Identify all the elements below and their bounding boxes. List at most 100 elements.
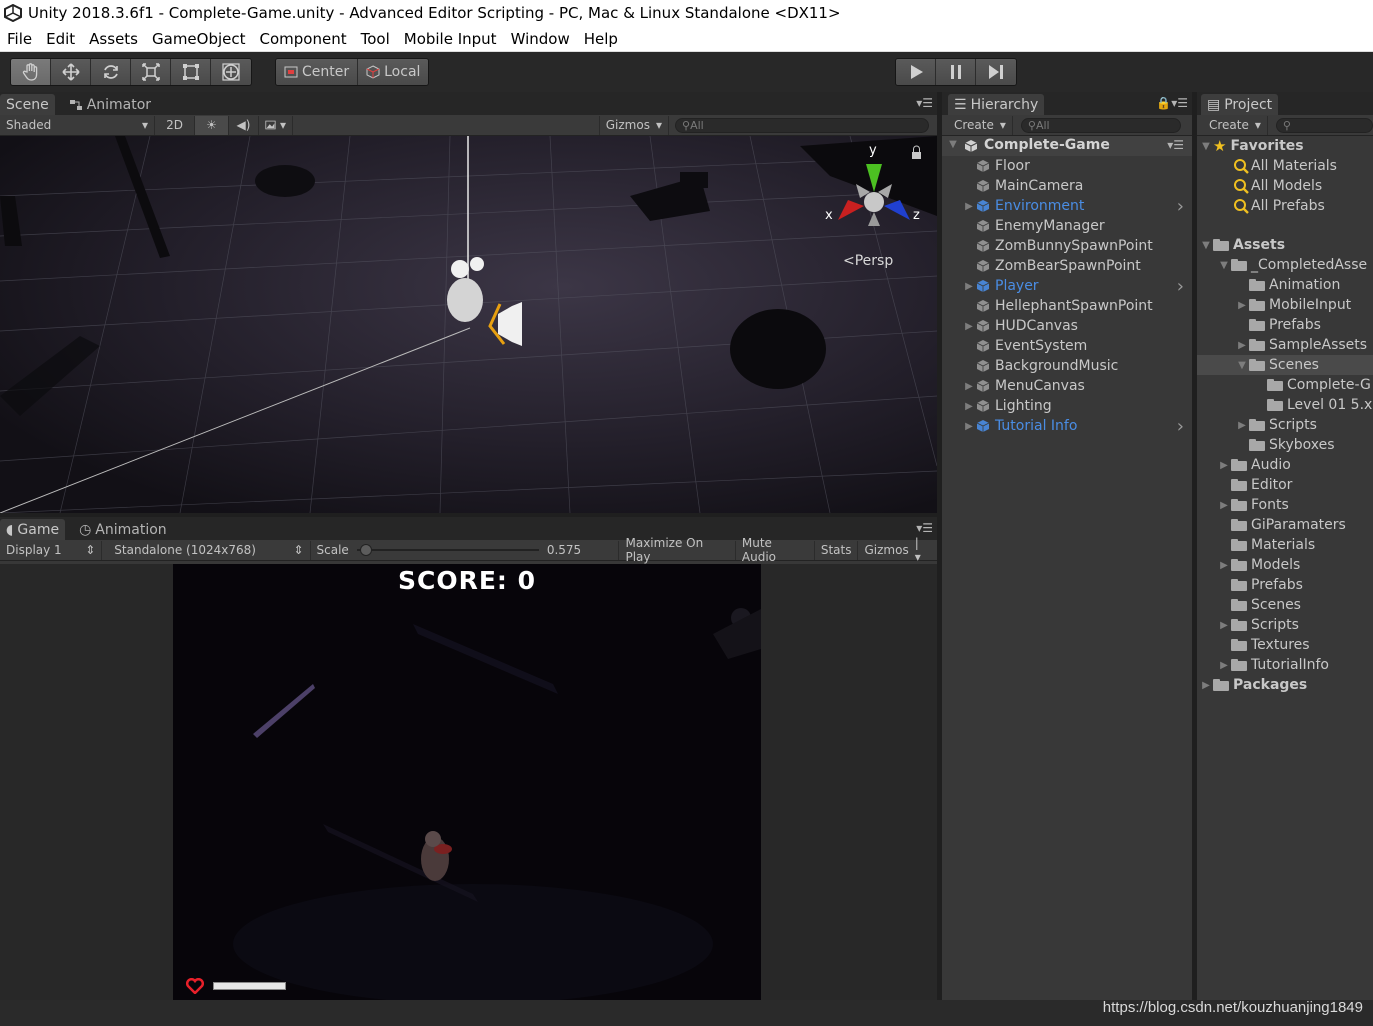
- project-folder-item[interactable]: GiParamaters: [1217, 515, 1346, 535]
- project-folder-item[interactable]: ▶ Scripts: [1235, 415, 1317, 435]
- expand-arrow-icon[interactable]: ▼: [1217, 260, 1231, 271]
- step-icon[interactable]: [976, 59, 1016, 85]
- display-dropdown[interactable]: Display 1 ⇕: [0, 540, 103, 560]
- game-viewport[interactable]: SCORE: 0: [0, 564, 937, 1000]
- prefab-open-chevron-icon[interactable]: ›: [1177, 196, 1184, 217]
- panel-menu-icon[interactable]: ▾☰: [916, 96, 933, 110]
- stats-toggle[interactable]: Stats: [815, 540, 859, 560]
- favorite-item[interactable]: All Models: [1219, 176, 1322, 196]
- expand-arrow-icon[interactable]: ▶: [1235, 420, 1249, 431]
- project-folder-item[interactable]: Prefabs: [1217, 575, 1303, 595]
- lighting-toggle-button[interactable]: ☀: [195, 115, 229, 135]
- project-folder-item[interactable]: ▶ Scripts: [1217, 615, 1299, 635]
- maximize-on-play-toggle[interactable]: Maximize On Play: [619, 536, 736, 564]
- rotate-tool-icon[interactable]: [91, 59, 131, 85]
- persp-label[interactable]: <Persp: [843, 253, 893, 269]
- project-folder-item[interactable]: Prefabs: [1235, 315, 1321, 335]
- expand-arrow-icon[interactable]: ▶: [1217, 560, 1231, 571]
- scale-slider-thumb[interactable]: [360, 544, 373, 556]
- expand-arrow-icon[interactable]: ▶: [962, 201, 976, 212]
- project-folder-item[interactable]: Textures: [1217, 635, 1310, 655]
- menu-item-help[interactable]: Help: [577, 30, 625, 48]
- menu-item-file[interactable]: File: [0, 30, 39, 48]
- tab-project[interactable]: ▤ Project: [1201, 94, 1279, 115]
- hierarchy-item[interactable]: ▶ Tutorial Info ›: [942, 416, 1192, 437]
- project-folder-item[interactable]: Editor: [1217, 475, 1292, 495]
- expand-arrow-icon[interactable]: ▼: [1199, 141, 1213, 152]
- expand-arrow-icon[interactable]: ▶: [1235, 340, 1249, 351]
- hierarchy-item[interactable]: ▶ Environment ›: [942, 196, 1192, 217]
- expand-arrow-icon[interactable]: ▶: [1199, 680, 1213, 691]
- rect-tool-icon[interactable]: [171, 59, 211, 85]
- hierarchy-item[interactable]: ▶ MenuCanvas: [942, 376, 1192, 396]
- project-folder-item[interactable]: Animation: [1235, 275, 1340, 295]
- hierarchy-item[interactable]: ▶ Player ›: [942, 276, 1192, 297]
- pivot-center-button[interactable]: Center: [276, 59, 359, 85]
- packages-root[interactable]: ▶ Packages: [1199, 675, 1307, 695]
- menu-item-edit[interactable]: Edit: [39, 30, 82, 48]
- hierarchy-create-dropdown[interactable]: Create ▾: [948, 115, 1013, 135]
- expand-arrow-icon[interactable]: ▶: [962, 321, 976, 332]
- resolution-dropdown[interactable]: Standalone (1024x768) ⇕: [108, 540, 311, 560]
- menu-item-component[interactable]: Component: [253, 30, 354, 48]
- expand-arrow-icon[interactable]: ▶: [962, 421, 976, 432]
- project-folder-item[interactable]: ▶ TutorialInfo: [1217, 655, 1329, 675]
- tab-animation[interactable]: ◷ Animation: [73, 519, 173, 540]
- effects-dropdown[interactable]: ▾: [259, 115, 293, 135]
- menu-item-assets[interactable]: Assets: [82, 30, 145, 48]
- project-folder-item[interactable]: ▶ Audio: [1217, 455, 1291, 475]
- prefab-open-chevron-icon[interactable]: ›: [1177, 416, 1184, 437]
- panel-menu-icon[interactable]: ▾☰: [916, 521, 933, 535]
- expand-arrow-icon[interactable]: ▶: [1217, 500, 1231, 511]
- project-folder-item[interactable]: ▶ Fonts: [1217, 495, 1289, 515]
- tab-animator[interactable]: Animator: [63, 94, 157, 115]
- project-folder-item[interactable]: ▶ SampleAssets: [1235, 335, 1367, 355]
- transform-tool-icon[interactable]: [211, 59, 251, 85]
- project-create-dropdown[interactable]: Create ▾: [1203, 115, 1268, 135]
- hierarchy-item[interactable]: BackgroundMusic: [942, 356, 1192, 376]
- scene-menu-icon[interactable]: ▾☰: [1167, 138, 1184, 152]
- hierarchy-item[interactable]: ▶ Lighting: [942, 396, 1192, 416]
- hierarchy-scene-header[interactable]: ▼ Complete-Game ▾☰: [942, 136, 1192, 156]
- project-folder-item[interactable]: ▶ MobileInput: [1235, 295, 1351, 315]
- project-folder-item[interactable]: Materials: [1217, 535, 1315, 555]
- scale-tool-icon[interactable]: [131, 59, 171, 85]
- scene-search-input[interactable]: ⚲ All: [675, 117, 929, 133]
- expand-arrow-icon[interactable]: ▼: [1199, 240, 1213, 251]
- assets-root[interactable]: ▼ Assets: [1199, 235, 1285, 255]
- favorites-header[interactable]: ▼ ★ Favorites: [1199, 136, 1303, 156]
- game-gizmos-dropdown[interactable]: Gizmos |▾: [858, 536, 929, 564]
- scale-slider[interactable]: [356, 544, 539, 556]
- project-search-input[interactable]: ⚲: [1275, 117, 1373, 133]
- hierarchy-item[interactable]: EnemyManager: [942, 216, 1192, 236]
- project-folder-item[interactable]: Scenes: [1217, 595, 1301, 615]
- expand-arrow-icon[interactable]: ▶: [1235, 300, 1249, 311]
- panel-menu-icon[interactable]: 🔒▾☰: [1156, 96, 1188, 110]
- game-screen[interactable]: SCORE: 0: [173, 564, 761, 1000]
- hierarchy-item[interactable]: EventSystem: [942, 336, 1192, 356]
- menu-item-window[interactable]: Window: [504, 30, 577, 48]
- prefab-open-chevron-icon[interactable]: ›: [1177, 276, 1184, 297]
- pause-icon[interactable]: [936, 59, 976, 85]
- shading-mode-dropdown[interactable]: Shaded ▾: [0, 115, 155, 135]
- scene-viewport[interactable]: y x z <Persp: [0, 135, 937, 513]
- hierarchy-item[interactable]: HellephantSpawnPoint: [942, 296, 1192, 316]
- hierarchy-item[interactable]: MainCamera: [942, 176, 1192, 196]
- expand-arrow-icon[interactable]: ▶: [962, 401, 976, 412]
- hierarchy-item[interactable]: Floor: [942, 156, 1192, 176]
- project-folder-item[interactable]: Level 01 5.x: [1253, 395, 1372, 415]
- hierarchy-item[interactable]: ZomBearSpawnPoint: [942, 256, 1192, 276]
- menu-item-tool[interactable]: Tool: [354, 30, 397, 48]
- move-tool-icon[interactable]: [51, 59, 91, 85]
- expand-arrow-icon[interactable]: ▼: [946, 139, 960, 150]
- project-folder-item[interactable]: ▶ Models: [1217, 555, 1300, 575]
- favorite-item[interactable]: All Materials: [1219, 156, 1337, 176]
- expand-arrow-icon[interactable]: ▶: [1217, 660, 1231, 671]
- project-folder-item[interactable]: ▼ _CompletedAsse: [1217, 255, 1367, 275]
- hierarchy-item[interactable]: ZomBunnySpawnPoint: [942, 236, 1192, 256]
- expand-arrow-icon[interactable]: ▼: [1235, 360, 1249, 371]
- project-folder-item[interactable]: Skyboxes: [1235, 435, 1335, 455]
- project-folder-item[interactable]: Complete-G: [1253, 375, 1371, 395]
- scene-gizmos-dropdown[interactable]: Gizmos ▾: [598, 115, 669, 135]
- menu-item-gameobject[interactable]: GameObject: [145, 30, 253, 48]
